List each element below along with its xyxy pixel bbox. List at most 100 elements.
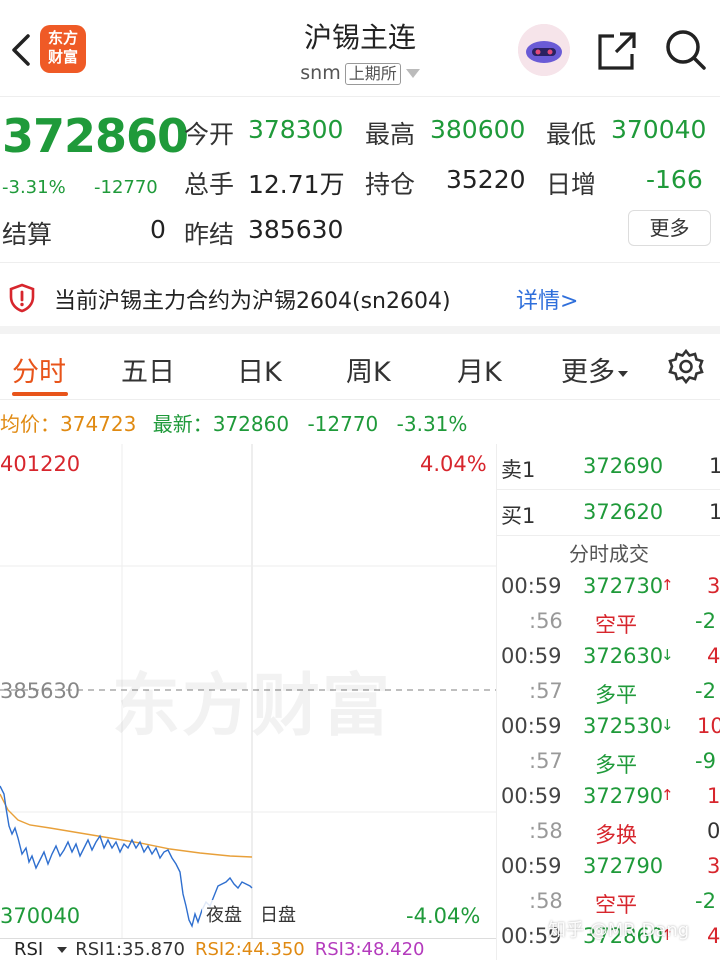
tick-volume: 4 <box>707 924 720 948</box>
notice-detail-link[interactable]: 详情> <box>516 283 578 315</box>
chart-high-price: 401220 <box>0 452 81 476</box>
tab-more[interactable]: 更多 <box>561 350 628 389</box>
avg-label: 均价： <box>0 412 60 436</box>
rsi-selector[interactable]: RSI <box>14 939 43 960</box>
tick-time: 00:59 <box>501 784 562 808</box>
tick-row: :57 多平 -9 <box>497 747 720 782</box>
more-button[interactable]: 更多 <box>628 210 711 246</box>
ask-price: 372690 <box>583 454 664 478</box>
tick-time: 00:59 <box>501 574 562 598</box>
tick-volume: -2 <box>695 889 716 913</box>
low-value: 370040 <box>611 115 707 144</box>
change-percent: -3.31% <box>2 177 66 198</box>
tick-price: 372790 <box>583 854 664 878</box>
latest-value: 372860 <box>212 412 290 436</box>
tab-weekly-k[interactable]: 周K <box>346 350 391 389</box>
latest-label: 最新： <box>152 412 213 436</box>
tick-price: 372630 <box>583 644 664 668</box>
tick-volume: 3 <box>707 854 720 878</box>
tick-volume: -2 <box>695 679 716 703</box>
tick-volume: 4 <box>707 644 720 668</box>
arrow-down-icon: ↓ <box>661 646 674 664</box>
shield-alert-icon <box>9 283 35 313</box>
caret-down-icon <box>57 947 68 953</box>
tick-volume: 3 <box>707 574 720 598</box>
assistant-avatar-icon[interactable] <box>518 24 570 76</box>
rsi3-value: RSI3:48.420 <box>314 939 425 960</box>
prev-settle-label: 昨结 <box>184 220 235 249</box>
avg-value: 374723 <box>60 412 137 436</box>
ask-volume: 1 <box>709 454 720 478</box>
active-tab-indicator <box>12 392 68 396</box>
chevron-down-icon <box>405 69 420 78</box>
tab-five-day[interactable]: 五日 <box>121 350 175 389</box>
rsi1-value: RSI1:35.870 <box>75 939 185 960</box>
share-icon[interactable] <box>596 30 638 72</box>
tab-daily-k[interactable]: 日K <box>237 350 282 389</box>
open-label: 今开 <box>184 120 235 149</box>
tick-row: :56 空平 -2 <box>497 607 720 642</box>
open-interest-label: 持仓 <box>365 170 416 199</box>
tick-time: :58 <box>529 889 563 913</box>
tick-row: :58 多换 0 <box>497 817 720 852</box>
latest-change: -12770 <box>307 412 379 436</box>
code-label: snm <box>300 62 341 84</box>
open-interest-value: 35220 <box>446 165 526 194</box>
tick-volume: 10 <box>697 714 720 738</box>
tab-intraday[interactable]: 分时 <box>12 350 66 389</box>
open-value: 378300 <box>248 115 344 144</box>
caret-down-icon <box>618 370 628 377</box>
header: 东方 财富 沪锡主连 snm 上期所 <box>0 0 720 96</box>
change-amount: -12770 <box>94 177 158 198</box>
daily-increase-value: -166 <box>646 165 703 194</box>
ask-label: 卖1 <box>501 458 536 482</box>
notice-text: 当前沪锡主力合约为沪锡2604(sn2604) <box>54 289 451 314</box>
tick-row: 00:59 372790 3 <box>497 852 720 887</box>
gear-icon[interactable] <box>667 348 705 386</box>
last-price: 372860 <box>2 109 189 163</box>
order-book: 卖1 372690 1 买1 372620 1 分时成交 00:59 372730… <box>496 444 720 960</box>
bid-price: 372620 <box>583 500 664 524</box>
tick-time: 00:59 <box>501 644 562 668</box>
chart-high-percent: 4.04% <box>420 452 487 476</box>
chart-prev-close: 385630 <box>0 679 81 703</box>
high-label: 最高 <box>365 120 416 149</box>
tick-price: 多平 <box>595 683 637 707</box>
main-contract-notice[interactable]: 当前沪锡主力合约为沪锡2604(sn2604) 详情> <box>0 262 720 334</box>
tick-price: 372530 <box>583 714 664 738</box>
chart-low-percent: -4.04% <box>406 904 481 928</box>
tick-time: 00:59 <box>501 714 562 738</box>
tick-time: :57 <box>529 679 563 703</box>
bid-row: 买1 372620 1 <box>497 490 720 536</box>
volume-value: 12.71万 <box>248 170 345 199</box>
chart-tabs: 分时 五日 日K 周K 月K 更多 <box>0 334 720 400</box>
volume-label: 总手 <box>184 170 235 199</box>
latest-percent: -3.31% <box>396 412 468 436</box>
ask-row: 卖1 372690 1 <box>497 444 720 490</box>
tab-monthly-k[interactable]: 月K <box>457 350 502 389</box>
arrow-up-icon: ↑ <box>661 576 674 594</box>
prev-settle-value: 385630 <box>248 215 344 244</box>
tick-time: :56 <box>529 609 563 633</box>
bid-label: 买1 <box>501 504 536 528</box>
tick-volume: 0 <box>707 819 720 843</box>
tick-price: 多平 <box>595 753 637 777</box>
tick-row: 00:59 372790 ↑ 1 <box>497 782 720 817</box>
bid-volume: 1 <box>709 500 720 524</box>
tick-time: :57 <box>529 749 563 773</box>
search-icon[interactable] <box>664 28 706 72</box>
session-day-label: 日盘 <box>256 900 300 928</box>
arrow-up-icon: ↑ <box>661 786 674 804</box>
rsi-indicator-bar[interactable]: RSI RSI1:35.870 RSI2:44.350 RSI3:48.420 <box>0 938 496 960</box>
tick-volume: -2 <box>695 609 716 633</box>
site-watermark: 知乎 @MR Dang <box>548 920 690 941</box>
exchange-tag: 上期所 <box>344 63 401 85</box>
low-label: 最低 <box>546 120 597 149</box>
tick-row: :57 多平 -2 <box>497 677 720 712</box>
tick-price: 多换 <box>595 823 637 847</box>
quote-panel: 372860 -3.31% -12770 今开 378300 最高 380600… <box>0 96 720 262</box>
tick-volume: 1 <box>707 784 720 808</box>
arrow-down-icon: ↓ <box>661 716 674 734</box>
avg-price-line <box>0 793 253 858</box>
average-price-line: 均价：374723 最新：372860 -12770 -3.31% <box>0 408 467 437</box>
